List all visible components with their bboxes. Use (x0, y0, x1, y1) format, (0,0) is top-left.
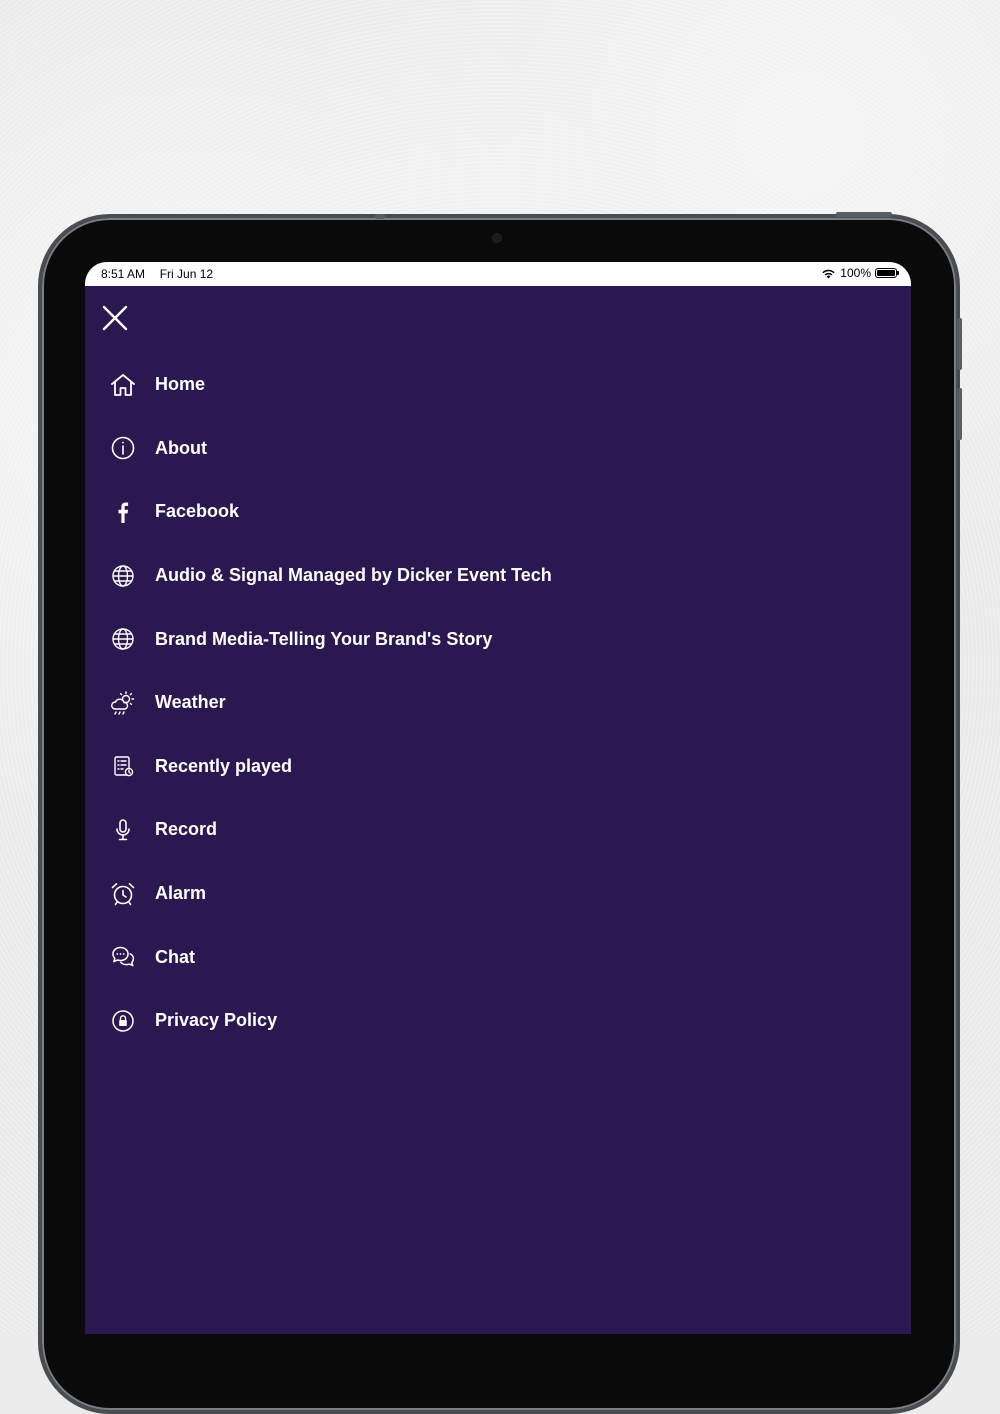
menu-item-about[interactable]: About (85, 417, 911, 481)
menu-item-label: About (155, 437, 207, 458)
menu-item-label: Privacy Policy (155, 1010, 278, 1031)
weather-icon (109, 689, 137, 717)
menu-item-label: Recently played (155, 755, 293, 776)
volume-down-button (957, 388, 962, 440)
globe-icon (109, 625, 137, 653)
battery-icon (875, 268, 899, 278)
lock-icon (109, 1007, 137, 1035)
menu-item-recently-played[interactable]: Recently played (85, 735, 911, 799)
battery-percent: 100% (840, 266, 871, 280)
menu-item-label: Weather (155, 692, 226, 713)
close-icon (102, 305, 128, 331)
menu-item-alarm[interactable]: Alarm (85, 862, 911, 926)
status-date-text: Fri Jun 12 (159, 267, 214, 281)
top-button (836, 212, 892, 217)
side-menu: Home About Facebook Audio & Signal Manag… (85, 353, 911, 1053)
menu-item-brand-media[interactable]: Brand Media-Telling Your Brand's Story (85, 607, 911, 671)
menu-item-label: Facebook (155, 501, 240, 522)
home-icon (109, 371, 137, 399)
menu-item-chat[interactable]: Chat (85, 925, 911, 989)
menu-item-home[interactable]: Home (85, 353, 911, 417)
battery-level (877, 270, 895, 276)
menu-item-privacy-policy[interactable]: Privacy Policy (85, 989, 911, 1053)
menu-item-audio-signal[interactable]: Audio & Signal Managed by Dicker Event T… (85, 544, 911, 608)
recently-played-icon (109, 752, 137, 780)
menu-item-label: Audio & Signal Managed by Dicker Event T… (155, 565, 552, 586)
menu-item-label: Home (155, 374, 206, 395)
alarm-icon (109, 880, 137, 908)
top-sensor (375, 214, 385, 219)
menu-item-record[interactable]: Record (85, 798, 911, 862)
chat-icon (109, 943, 137, 971)
microphone-icon (109, 816, 137, 844)
menu-item-facebook[interactable]: Facebook (85, 480, 911, 544)
menu-item-label: Alarm (155, 883, 207, 904)
app-screen: 8:51 AM Fri Jun 12 100% Home About Faceb… (85, 262, 911, 1334)
menu-item-weather[interactable]: Weather (85, 671, 911, 735)
menu-item-label: Brand Media-Telling Your Brand's Story (155, 628, 493, 649)
menu-item-label: Chat (155, 946, 195, 967)
volume-up-button (957, 318, 962, 370)
info-icon (109, 434, 137, 462)
globe-icon (109, 562, 137, 590)
status-bar: 8:51 AM Fri Jun 12 100% (85, 262, 911, 286)
status-right: 100% (821, 266, 899, 280)
wifi-icon (822, 269, 835, 278)
close-menu-button[interactable] (99, 302, 131, 334)
menu-item-label: Record (155, 819, 218, 840)
front-camera (493, 234, 501, 242)
status-time: 8:51 AM Fri Jun 12 (101, 267, 213, 281)
status-time-text: 8:51 AM (101, 267, 146, 281)
facebook-icon (109, 498, 137, 526)
